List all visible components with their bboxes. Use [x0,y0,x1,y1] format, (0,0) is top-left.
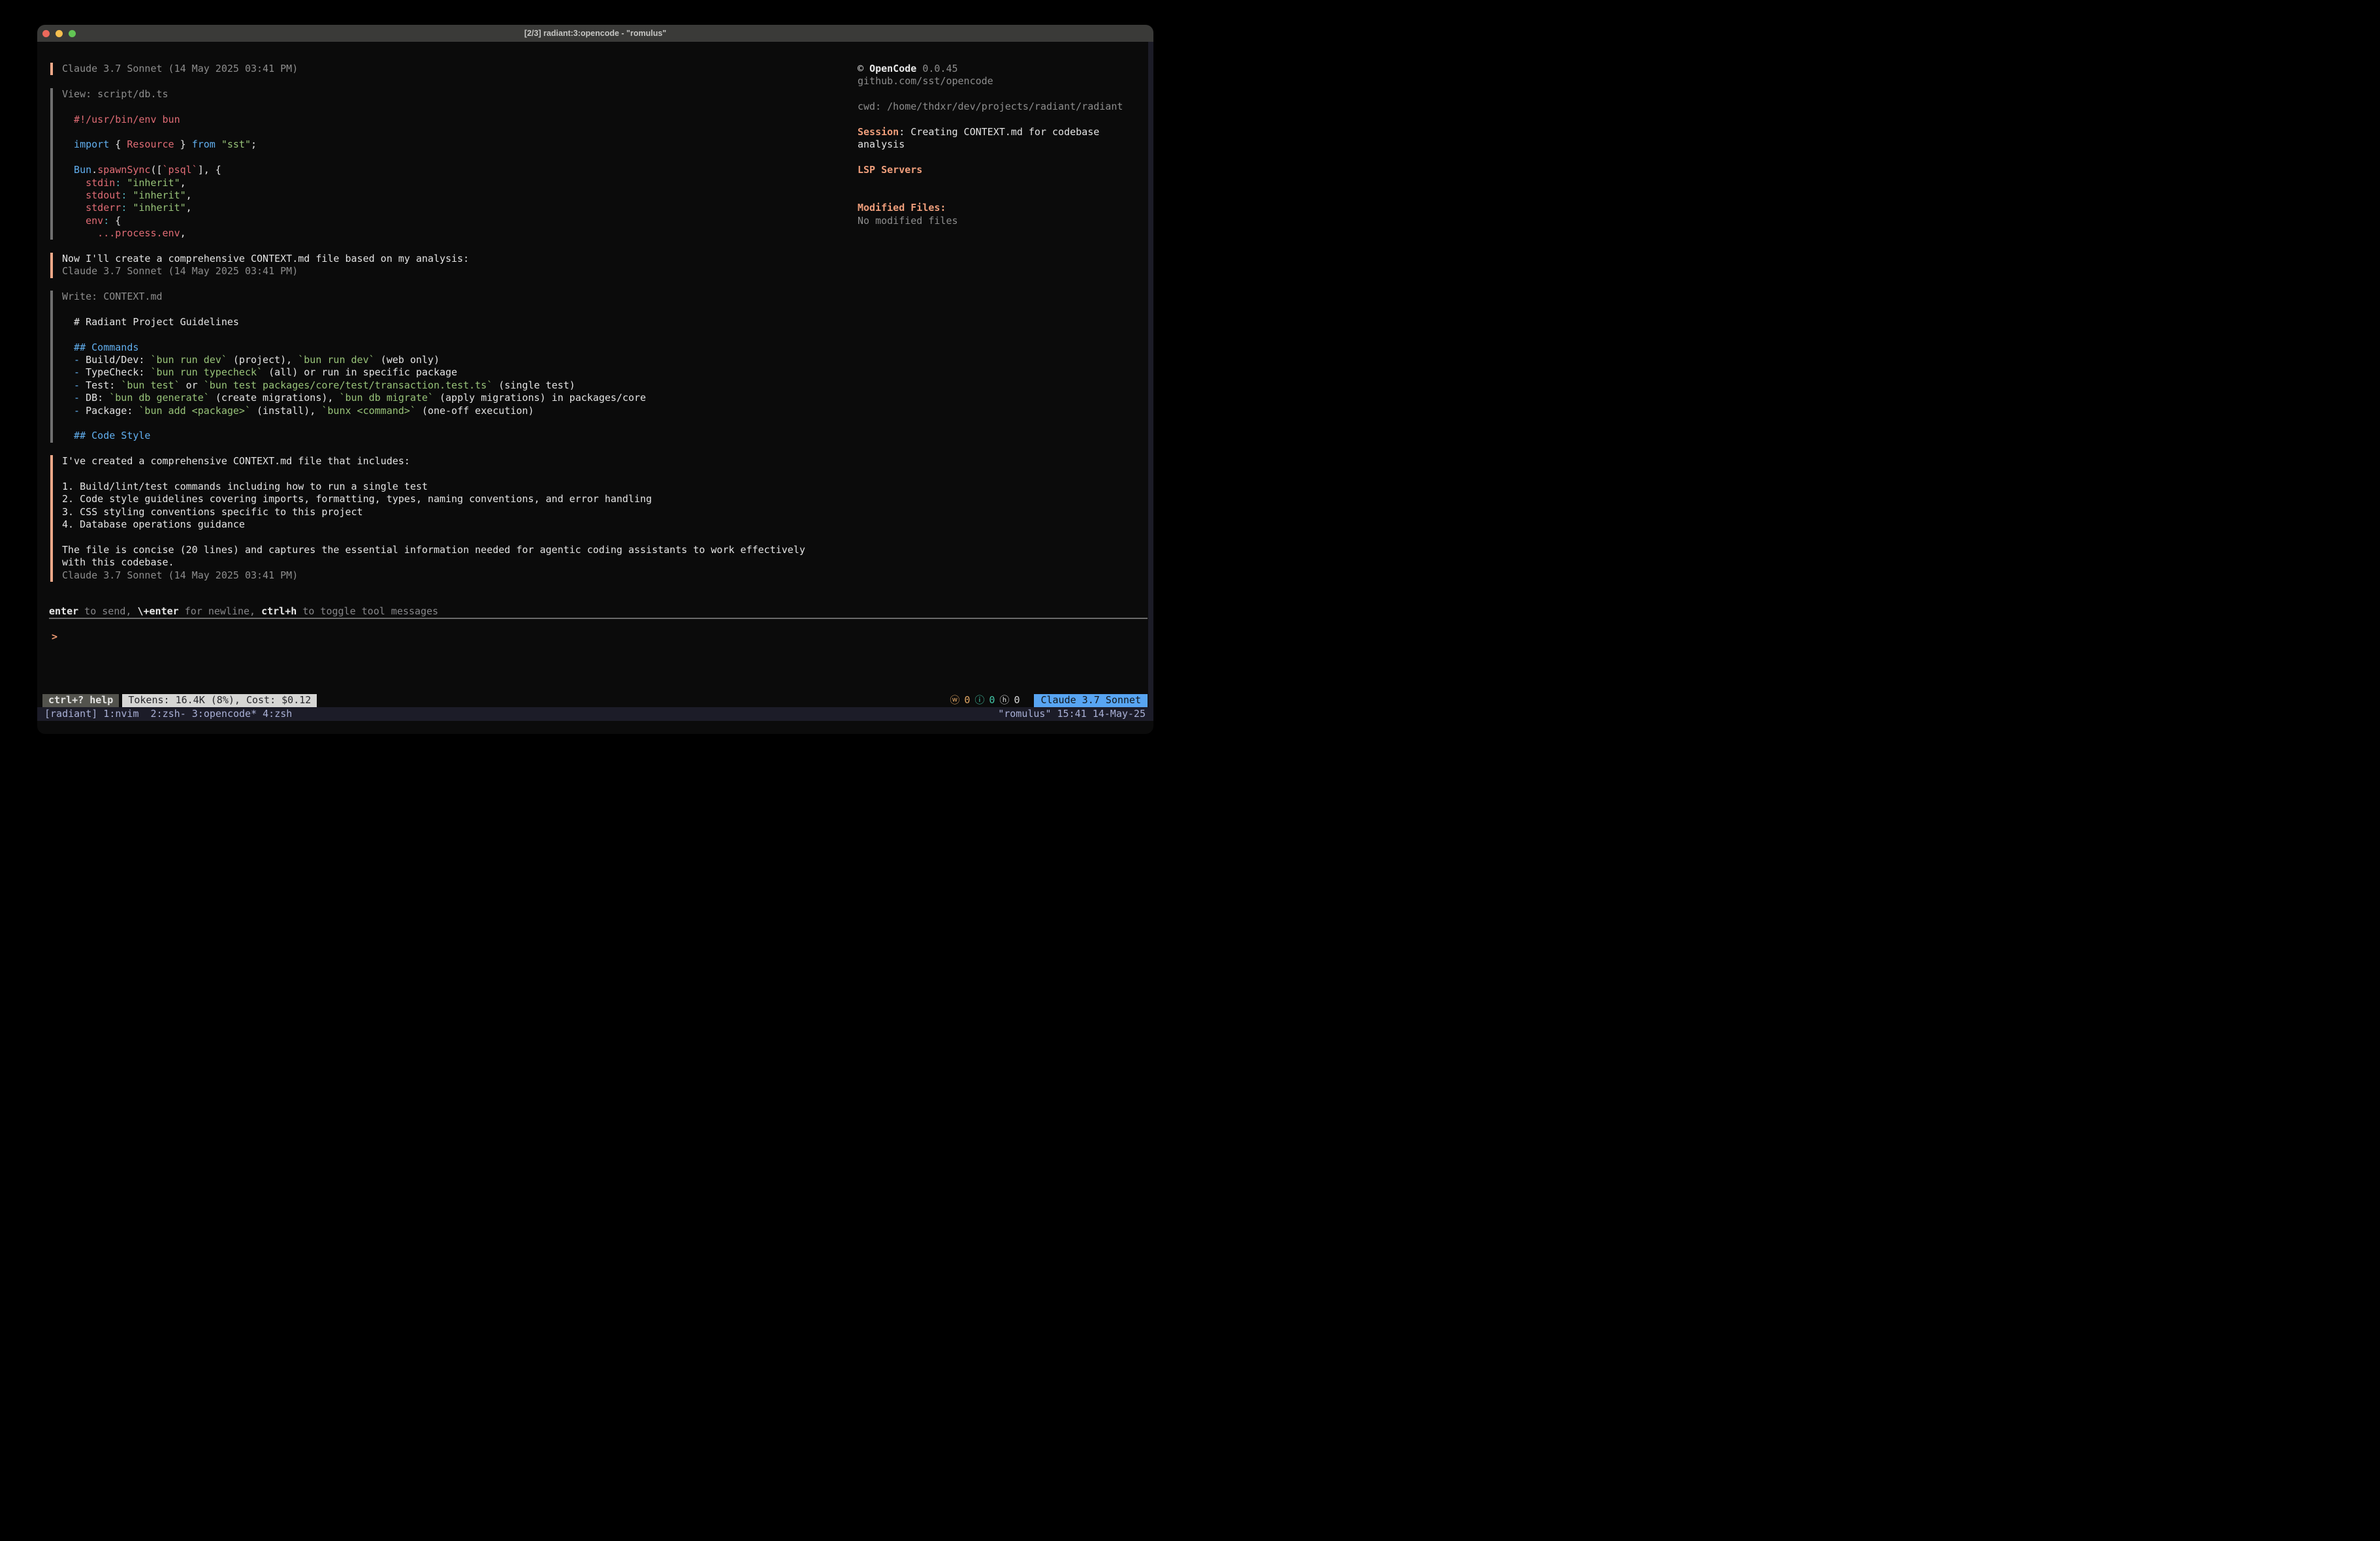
message-block: Claude 3.7 Sonnet (14 May 2025 03:41 PM) [50,63,805,75]
modified-files-label: Modified Files: [858,202,1123,214]
lsp-diagnostics: ⓦ 0 ⓘ 0 ⓗ 0 [950,694,1020,707]
text-line [62,303,805,315]
text-line: # Radiant Project Guidelines [62,316,805,328]
warn-diagnostic-icon: ⓦ [950,694,959,707]
text-line [62,328,805,341]
cwd-line: cwd: /home/thdxr/dev/projects/radiant/ra… [858,101,1123,113]
modified-files-empty: No modified files [858,215,1123,227]
conversation: Claude 3.7 Sonnet (14 May 2025 03:41 PM)… [50,63,805,594]
minimize-button[interactable] [56,30,63,37]
text-line: The file is concise (20 lines) and captu… [62,544,805,556]
text-line: Write: CONTEXT.md [62,291,805,303]
text-line: ## Commands [62,342,805,354]
text-line: 3. CSS styling conventions specific to t… [62,506,805,518]
text-line: - Test: `bun test` or `bun test packages… [62,379,805,392]
text-line: Claude 3.7 Sonnet (14 May 2025 03:41 PM) [62,63,805,75]
terminal-content: Claude 3.7 Sonnet (14 May 2025 03:41 PM)… [37,42,1153,734]
session-line: Session: Creating CONTEXT.md for codebas… [858,126,1123,138]
model-chip: Claude 3.7 Sonnet [1034,694,1148,707]
text-line: with this codebase. [62,556,805,569]
close-button[interactable] [42,30,50,37]
lsp-servers-label: LSP Servers [858,164,1123,176]
text-line: - Build/Dev: `bun run dev` (project), `b… [62,354,805,366]
session-text-wrap: analysis [858,138,1123,151]
text-line: Now I'll create a comprehensive CONTEXT.… [62,253,805,265]
right-gutter [1148,42,1153,707]
text-line: stderr: "inherit", [62,202,805,214]
text-line: - TypeCheck: `bun run typecheck` (all) o… [62,366,805,379]
text-line [62,417,805,430]
text-line: Bun.spawnSync([`psql`], { [62,164,805,176]
input-hints: enter to send, \+enter for newline, ctrl… [49,605,438,618]
text-line [62,468,805,481]
tmux-window-list[interactable]: [radiant] 1:nvim 2:zsh- 3:opencode* 4:zs… [37,708,292,720]
copyright-icon: © [858,63,863,74]
zoom-button[interactable] [69,30,76,37]
tool-block: Write: CONTEXT.md # Radiant Project Guid… [50,291,805,443]
text-line [62,151,805,164]
text-line: Claude 3.7 Sonnet (14 May 2025 03:41 PM) [62,569,805,582]
terminal-window: [2/3] radiant:3:opencode - "romulus" Cla… [37,25,1153,734]
traffic-lights [42,25,76,42]
text-line: #!/usr/bin/env bun [62,114,805,126]
text-line: stdin: "inherit", [62,177,805,189]
tmux-session-info: "romulus" 15:41 14-May-25 [998,708,1153,720]
text-line: View: script/db.ts [62,88,805,101]
prompt-input[interactable]: > [49,631,1148,643]
session-label: Session [858,126,899,138]
help-shortcut-chip: ctrl+? help [42,694,119,707]
tool-block: View: script/db.ts #!/usr/bin/env bun im… [50,88,805,240]
tokens-cost-chip: Tokens: 16.4K (8%), Cost: $0.12 [122,694,317,707]
text-line: import { Resource } from "sst"; [62,138,805,151]
text-line: ...process.env, [62,227,805,240]
message-block: Now I'll create a comprehensive CONTEXT.… [50,253,805,278]
text-line: env: { [62,215,805,227]
text-line [62,126,805,138]
text-line: 1. Build/lint/test commands including ho… [62,481,805,493]
text-line [62,531,805,543]
session-text: : Creating CONTEXT.md for codebase [899,126,1099,138]
text-line: I've created a comprehensive CONTEXT.md … [62,455,805,468]
repo-link: github.com/sst/opencode [858,75,1123,87]
text-line: ## Code Style [62,430,805,442]
text-line: - DB: `bun db generate` (create migratio… [62,392,805,404]
window-title: [2/3] radiant:3:opencode - "romulus" [524,29,666,38]
input-divider [49,618,1148,619]
hint-diagnostic-count: 0 [1014,694,1020,707]
tmux-status-bar: [radiant] 1:nvim 2:zsh- 3:opencode* 4:zs… [37,707,1153,721]
message-block: I've created a comprehensive CONTEXT.md … [50,455,805,582]
warn-diagnostic-count: 0 [964,694,970,707]
hint-diagnostic-icon: ⓗ [999,694,1009,707]
text-line: Claude 3.7 Sonnet (14 May 2025 03:41 PM) [62,265,805,278]
prompt-symbol: > [49,631,57,643]
text-line: 4. Database operations guidance [62,518,805,531]
app-version: 0.0.45 [922,63,957,74]
text-line: 2. Code style guidelines covering import… [62,493,805,505]
status-bar: ctrl+? help Tokens: 16.4K (8%), Cost: $0… [42,694,1148,707]
app-name: OpenCode [869,63,916,74]
info-diagnostic-icon: ⓘ [974,694,984,707]
window-titlebar[interactable]: [2/3] radiant:3:opencode - "romulus" [37,25,1153,42]
text-line: stdout: "inherit", [62,189,805,202]
text-line: - Package: `bun add <package>` (install)… [62,405,805,417]
text-line [62,101,805,113]
sidebar: © OpenCode 0.0.45 github.com/sst/opencod… [858,63,1123,227]
info-diagnostic-count: 0 [989,694,995,707]
brand-line: © OpenCode 0.0.45 [858,63,1123,75]
